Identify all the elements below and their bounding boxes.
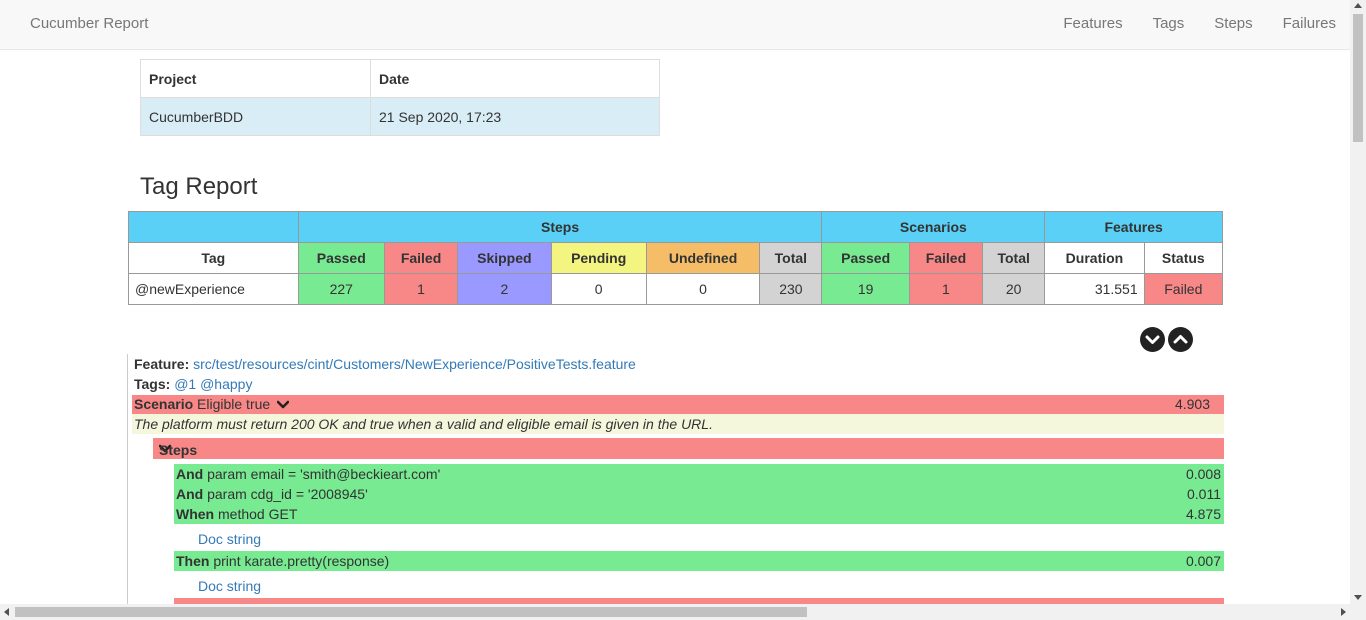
list-item: Then print karate.pretty(response) 0.007: [174, 551, 1224, 571]
doc-string-link-1[interactable]: Doc string: [198, 531, 261, 547]
scenarios-failed-value: 1: [908, 273, 984, 305]
expand-all-button[interactable]: [1140, 327, 1165, 352]
step-duration: 0.011: [1187, 486, 1221, 502]
col-steps-undefined[interactable]: Undefined: [645, 242, 761, 274]
step-keyword: And: [176, 486, 204, 502]
steps-skipped-value: 2: [457, 273, 552, 305]
step-text: When method GET: [176, 506, 297, 522]
chevron-down-icon[interactable]: [277, 400, 290, 410]
tag-link-happy[interactable]: @happy: [200, 376, 252, 392]
steps-label: Steps: [159, 442, 198, 458]
step-body: param cdg_id = '2008945': [207, 486, 368, 502]
project-date: 21 Sep 2020, 17:23: [370, 97, 660, 136]
step-body: param email = 'smith@beckieart.com': [207, 466, 441, 482]
nav-link-tags[interactable]: Tags: [1153, 15, 1185, 32]
step-keyword: Then: [176, 553, 210, 569]
scenario-description-text: The platform must return 200 OK and true…: [134, 416, 713, 432]
scroll-down-arrow-icon[interactable]: [1354, 595, 1362, 600]
tags-label: Tags:: [134, 376, 171, 392]
steps-failed-value: 1: [383, 273, 459, 305]
col-scenarios-failed[interactable]: Failed: [908, 242, 984, 274]
step-duration: 0.008: [1185, 466, 1221, 482]
col-scenarios-total[interactable]: Total: [982, 242, 1046, 274]
scenario-duration: 4.903: [1174, 396, 1210, 412]
scenarios-group-header: Scenarios: [821, 211, 1046, 243]
nav-link-features[interactable]: Features: [1063, 15, 1122, 32]
scenario-title: Scenario Eligible true: [134, 396, 290, 412]
chevron-up-circle-icon: [1173, 335, 1188, 344]
col-status[interactable]: Status: [1143, 242, 1224, 274]
step-keyword: When: [176, 506, 215, 522]
list-item: And param cdg_id = '2008945' 0.011: [174, 484, 1224, 504]
features-group-header: Features: [1044, 211, 1223, 243]
step-text: Then print karate.pretty(response): [176, 553, 389, 569]
col-steps-skipped[interactable]: Skipped: [457, 242, 552, 274]
project-header: Project: [140, 59, 371, 98]
tag-report-table: Steps Scenarios Features Tag Passed Fail…: [128, 211, 1224, 305]
step-duration: 4.875: [1185, 506, 1221, 522]
top-navbar: Cucumber Report Features Tags Steps Fail…: [0, 0, 1350, 50]
tags-line: Tags: @1 @happy: [134, 376, 252, 392]
list-item: When method GET 4.875: [174, 504, 1224, 524]
steps-passed-value: 227: [297, 273, 385, 305]
collapse-all-button[interactable]: [1168, 327, 1193, 352]
feature-line: Feature: src/test/resources/cint/Custome…: [134, 356, 636, 372]
list-item: And param email = 'smith@beckieart.com' …: [174, 464, 1224, 484]
project-name: CucumberBDD: [140, 97, 371, 136]
tag-link-1[interactable]: @1: [174, 376, 196, 392]
step-body: method GET: [218, 506, 298, 522]
doc-string-link-2[interactable]: Doc string: [198, 578, 261, 594]
feature-block: Feature: src/test/resources/cint/Custome…: [127, 354, 1224, 604]
col-tag[interactable]: Tag: [128, 242, 299, 274]
scenarios-total-value: 20: [982, 273, 1046, 305]
brand-title[interactable]: Cucumber Report: [30, 15, 148, 32]
step-keyword: And: [176, 466, 204, 482]
step-duration: 0.007: [1185, 553, 1221, 569]
steps-pending-value: 0: [550, 273, 647, 305]
step-text: And param cdg_id = '2008945': [176, 486, 368, 502]
project-info-table: Project Date CucumberBDD 21 Sep 2020, 17…: [140, 59, 660, 136]
steps-group-header: Steps: [297, 211, 823, 243]
date-header: Date: [370, 59, 660, 98]
horizontal-scroll-thumb[interactable]: [15, 607, 807, 617]
scenario-header[interactable]: Scenario Eligible true 4.903: [132, 395, 1224, 414]
steps-group-then: Then print karate.pretty(response) 0.007: [174, 551, 1224, 571]
scenarios-passed-value: 19: [821, 273, 910, 305]
table-row: @newExperience 227 1 2 0 0 230 19 1 20 3…: [128, 273, 1224, 305]
vertical-scrollbar[interactable]: [1350, 0, 1366, 604]
step-body: print karate.pretty(response): [213, 553, 390, 569]
col-steps-failed[interactable]: Failed: [383, 242, 459, 274]
col-duration[interactable]: Duration: [1044, 242, 1145, 274]
steps-undefined-value: 0: [645, 273, 761, 305]
feature-label: Feature:: [134, 356, 190, 372]
steps-header[interactable]: Steps: [153, 438, 1224, 459]
scroll-up-arrow-icon[interactable]: [1354, 3, 1362, 8]
chevron-down-circle-icon: [1145, 335, 1160, 344]
steps-group: And param email = 'smith@beckieart.com' …: [174, 464, 1224, 524]
col-steps-passed[interactable]: Passed: [297, 242, 385, 274]
scroll-left-arrow-icon[interactable]: [4, 608, 9, 616]
duration-value: 31.551: [1044, 273, 1145, 305]
tag-name[interactable]: @newExperience: [128, 273, 299, 305]
scenario-keyword: Scenario: [134, 396, 194, 412]
tag-report-title: Tag Report: [140, 173, 258, 200]
feature-path-link[interactable]: src/test/resources/cint/Customers/NewExp…: [193, 356, 636, 372]
scroll-right-arrow-icon[interactable]: [1341, 608, 1346, 616]
nav-links: Features Tags Steps Failures: [1033, 15, 1336, 32]
scenario-name: Eligible true: [197, 396, 271, 412]
col-steps-total[interactable]: Total: [759, 242, 823, 274]
col-steps-pending[interactable]: Pending: [550, 242, 647, 274]
nav-link-failures[interactable]: Failures: [1283, 15, 1336, 32]
vertical-scroll-thumb[interactable]: [1353, 14, 1363, 142]
horizontal-scrollbar[interactable]: [0, 604, 1366, 620]
step-text: And param email = 'smith@beckieart.com': [176, 466, 440, 482]
col-scenarios-passed[interactable]: Passed: [821, 242, 910, 274]
steps-title: Steps: [156, 440, 197, 458]
steps-total-value: 230: [759, 273, 823, 305]
scenario-description: The platform must return 200 OK and true…: [132, 414, 1224, 434]
status-value: Failed: [1143, 273, 1224, 305]
nav-link-steps[interactable]: Steps: [1214, 15, 1252, 32]
blank-group-header: [128, 211, 299, 243]
